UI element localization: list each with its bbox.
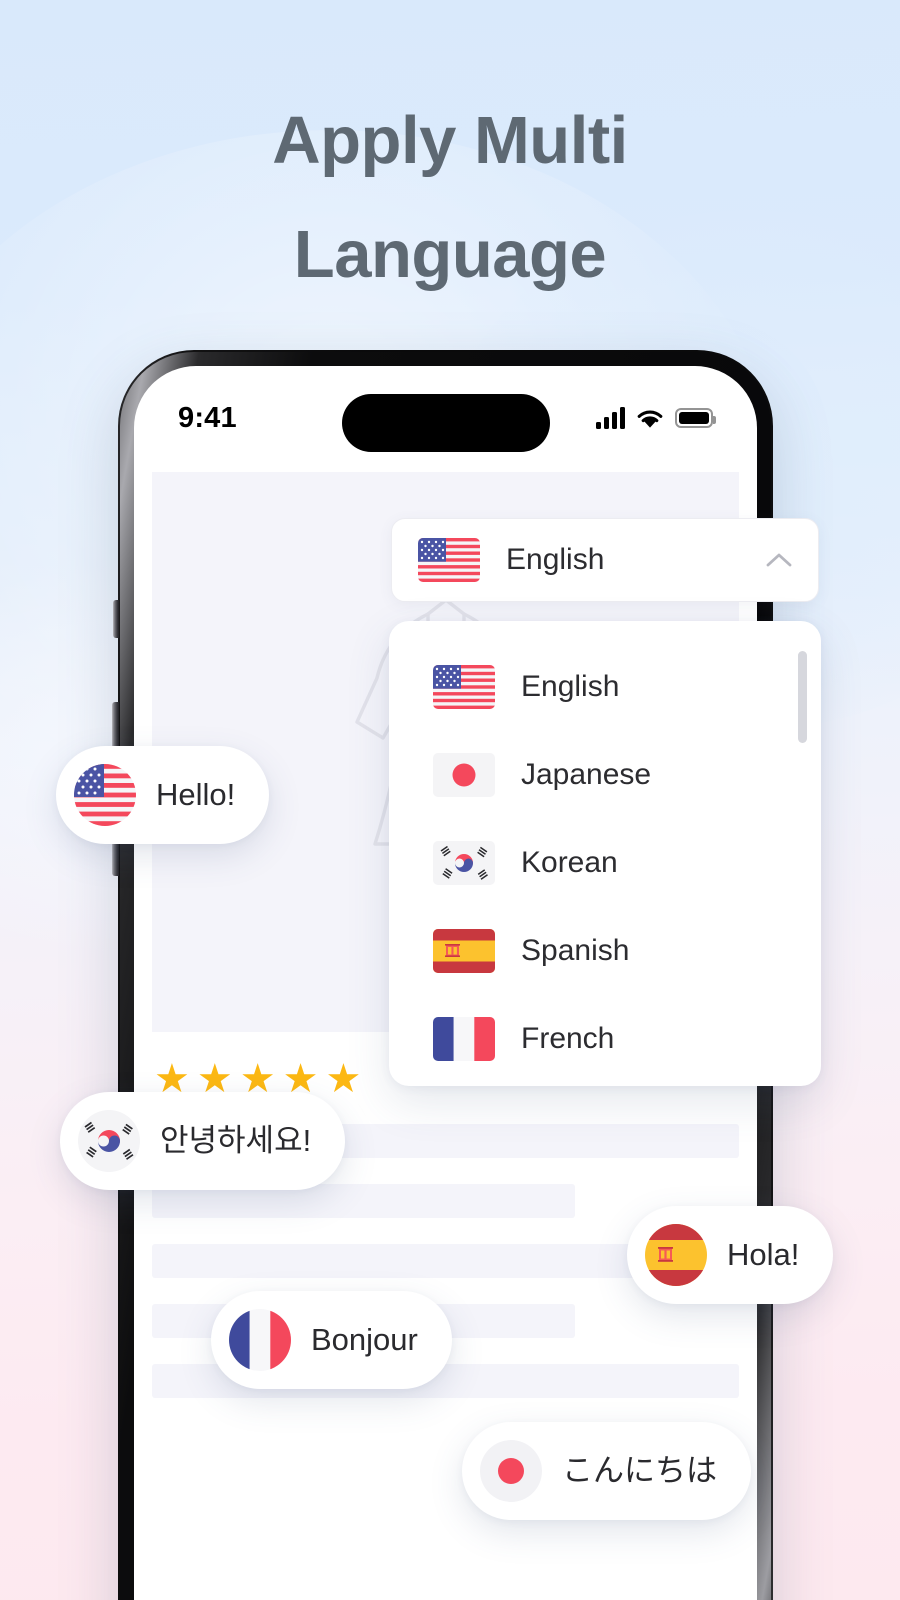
silence-switch-button[interactable]: [113, 600, 119, 638]
status-bar-time: 9:41: [178, 401, 237, 434]
jp-flag-icon: [433, 753, 495, 797]
status-bar-indicators: [596, 407, 716, 429]
page-title-line-1: Apply Multi: [272, 103, 628, 178]
battery-full-icon: [675, 408, 716, 428]
promo-screenshot: Apply Multi Language 9:41 ★ ★ ★ ★ ★ Engl…: [0, 0, 900, 1600]
language-select-trigger[interactable]: English: [391, 518, 819, 602]
language-option-label: Japanese: [521, 758, 652, 791]
status-bar: 9:41: [134, 366, 757, 452]
chat-bubble-text: Hola!: [727, 1236, 800, 1272]
es-flag-icon: [433, 929, 495, 973]
chevron-up-icon[interactable]: [766, 552, 792, 568]
chat-bubble-spanish: Hola!: [627, 1206, 834, 1304]
jp-flag-icon: [480, 1440, 542, 1502]
language-option-spanish[interactable]: Spanish: [389, 907, 821, 995]
language-option-label: English: [521, 670, 620, 703]
chat-bubble-korean: 안녕하세요!: [60, 1092, 346, 1190]
language-option-label: Spanish: [521, 934, 630, 967]
chat-bubble-text: 안녕하세요!: [160, 1122, 312, 1158]
chat-bubble-text: Hello!: [156, 776, 236, 812]
language-dropdown-list[interactable]: English Japanese Korean Spanish French: [389, 621, 821, 1086]
wifi-icon: [636, 408, 664, 429]
chat-bubble-french: Bonjour: [211, 1291, 452, 1389]
language-option-japanese[interactable]: Japanese: [389, 731, 821, 819]
language-option-french[interactable]: French: [389, 995, 821, 1083]
fr-flag-icon: [433, 1017, 495, 1061]
language-option-korean[interactable]: Korean: [389, 819, 821, 907]
language-option-label: Korean: [521, 846, 618, 879]
chat-bubble-text: こんにちは: [562, 1452, 717, 1488]
us-flag-icon: [433, 665, 495, 709]
kr-flag-icon: [78, 1110, 140, 1172]
chat-bubble-text: Bonjour: [311, 1321, 418, 1357]
cellular-signal-icon: [596, 407, 625, 429]
es-flag-icon: [645, 1224, 707, 1286]
star-icon: ★: [325, 1057, 362, 1101]
page-title-line-2: Language: [293, 216, 607, 292]
language-option-label: French: [521, 1022, 615, 1055]
page-title: Apply Multi Language: [0, 84, 900, 312]
kr-flag-icon: [433, 841, 495, 885]
chat-bubble-english: Hello!: [56, 746, 270, 844]
us-flag-icon: [418, 538, 480, 582]
language-select-value: English: [506, 543, 605, 576]
language-option-english[interactable]: English: [389, 643, 821, 731]
dropdown-scrollbar[interactable]: [798, 651, 807, 743]
dynamic-island: [341, 394, 550, 452]
fr-flag-icon: [229, 1309, 291, 1371]
chat-bubble-japanese: こんにちは: [462, 1422, 751, 1520]
us-flag-icon: [74, 764, 136, 826]
shopping-cart-icon[interactable]: [417, 1548, 475, 1600]
